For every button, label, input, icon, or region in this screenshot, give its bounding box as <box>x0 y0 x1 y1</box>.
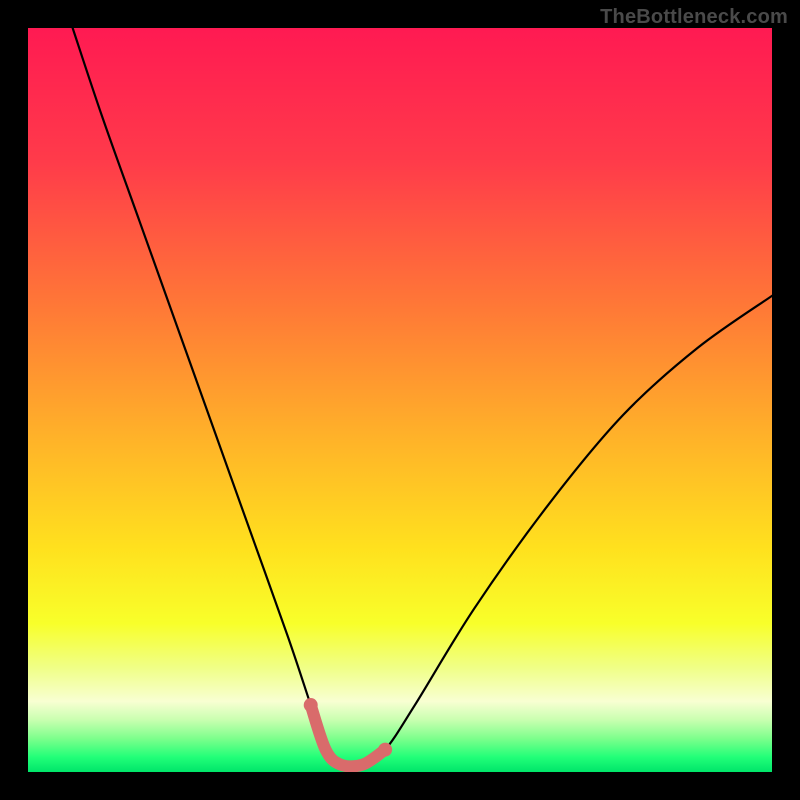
curve-layer <box>28 28 772 772</box>
highlight-endpoint-left <box>304 698 318 712</box>
chart-frame: TheBottleneck.com <box>0 0 800 800</box>
watermark-text: TheBottleneck.com <box>600 6 788 29</box>
plot-area <box>28 28 772 772</box>
bottleneck-curve <box>73 28 772 766</box>
highlight-endpoint-right <box>378 743 392 757</box>
optimal-range-highlight <box>311 705 385 766</box>
